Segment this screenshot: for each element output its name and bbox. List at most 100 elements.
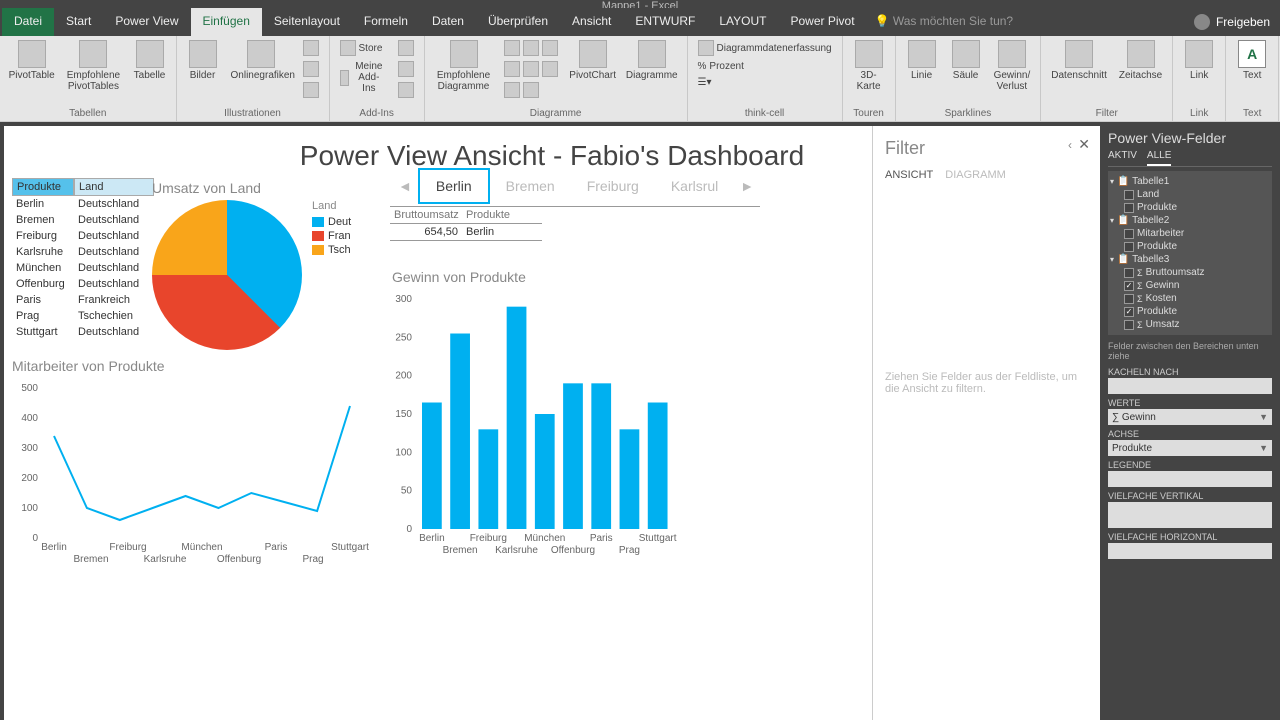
tree-field[interactable]: Σ Bruttoumsatz	[1110, 266, 1270, 279]
timeline-button[interactable]: Zeitachse	[1115, 38, 1166, 83]
checkbox-icon[interactable]	[1124, 294, 1134, 304]
tab-layout[interactable]: LAYOUT	[707, 8, 778, 36]
table-cell[interactable]: Deutschland	[74, 228, 154, 244]
pictures-button[interactable]: Bilder	[183, 38, 223, 83]
tree-field[interactable]: Produkte	[1110, 201, 1270, 214]
tile-tab[interactable]: Berlin	[418, 168, 490, 204]
tab-einfuegen[interactable]: Einfügen	[191, 8, 262, 36]
tree-field[interactable]: Produkte	[1110, 240, 1270, 253]
table-cell[interactable]: Paris	[12, 292, 74, 308]
table-cell[interactable]: Deutschland	[74, 324, 154, 340]
table-cell[interactable]: Deutschland	[74, 244, 154, 260]
hyperlink-button[interactable]: Link	[1179, 38, 1219, 83]
brutto-table[interactable]: Bruttoumsatz Produkte 654,50 Berlin	[390, 206, 760, 241]
table-button[interactable]: Tabelle	[130, 38, 170, 83]
table-cell[interactable]: Karlsruhe	[12, 244, 74, 260]
fields-tab-alle[interactable]: ALLE	[1147, 150, 1171, 166]
pivottable-button[interactable]: PivotTable	[6, 38, 57, 83]
power-view-canvas[interactable]: Power View Ansicht - Fabio's Dashboard P…	[4, 126, 1100, 720]
checkbox-icon[interactable]	[1124, 203, 1134, 213]
filter-prev-icon[interactable]: ‹	[1068, 138, 1072, 152]
tile-next-arrow[interactable]: ►	[734, 178, 760, 194]
table-cell[interactable]: Tschechien	[74, 308, 154, 324]
tree-field[interactable]: Σ Kosten	[1110, 292, 1270, 305]
zone-legende[interactable]	[1108, 471, 1272, 487]
table-cell[interactable]: Stuttgart	[12, 324, 74, 340]
tile-tab[interactable]: Karlsrul	[655, 170, 734, 202]
store-button[interactable]: Store	[336, 38, 390, 58]
tile-prev-arrow[interactable]: ◄	[392, 178, 418, 194]
screenshot-button[interactable]	[299, 80, 323, 100]
share-button[interactable]: Freigeben	[1216, 15, 1270, 29]
shapes-button[interactable]	[299, 38, 323, 58]
table-cell[interactable]: Frankreich	[74, 292, 154, 308]
table-cell[interactable]: Prag	[12, 308, 74, 324]
think-cell-capture-button[interactable]: Diagrammdatenerfassung	[694, 38, 836, 58]
tile-tab[interactable]: Freiburg	[571, 170, 655, 202]
pie-chart[interactable]	[152, 200, 302, 350]
table-cell[interactable]: Deutschland	[74, 212, 154, 228]
table-cell[interactable]: Deutschland	[74, 276, 154, 292]
table-cell[interactable]: Freiburg	[12, 228, 74, 244]
table-cell[interactable]: Deutschland	[74, 196, 154, 212]
slicer-button[interactable]: Datenschnitt	[1047, 38, 1111, 83]
tree-field[interactable]: Mitarbeiter	[1110, 227, 1270, 240]
tree-field[interactable]: Produkte	[1110, 305, 1270, 318]
3d-map-button[interactable]: 3D-Karte	[849, 38, 889, 94]
charts-gallery-2[interactable]	[500, 59, 562, 79]
bar-chart[interactable]: 050100150200250300BerlinBremenFreiburgKa…	[380, 289, 680, 579]
tab-start[interactable]: Start	[54, 8, 103, 36]
tab-daten[interactable]: Daten	[420, 8, 476, 36]
table-cell[interactable]: Deutschland	[74, 260, 154, 276]
checkbox-icon[interactable]	[1124, 268, 1134, 278]
visio-button[interactable]	[394, 80, 418, 100]
recommended-charts-button[interactable]: Empfohlene Diagramme	[431, 38, 496, 94]
tab-ueberpruefen[interactable]: Überprüfen	[476, 8, 560, 36]
charts-gallery-3[interactable]	[500, 80, 562, 100]
people-graph-button[interactable]	[394, 59, 418, 79]
checkbox-icon[interactable]	[1124, 307, 1134, 317]
filter-tab-ansicht[interactable]: ANSICHT	[885, 169, 933, 181]
online-pictures-button[interactable]: Onlinegrafiken	[227, 38, 295, 83]
tree-field[interactable]: Land	[1110, 188, 1270, 201]
think-cell-more-button[interactable]: ☰▾	[694, 75, 836, 90]
text-button[interactable]: AText	[1232, 38, 1272, 83]
table-cell[interactable]: Berlin	[12, 196, 74, 212]
line-chart[interactable]: 0100200300400500BerlinBremenFreiburgKarl…	[12, 378, 372, 588]
table-cell[interactable]: Bremen	[12, 212, 74, 228]
smartart-button[interactable]	[299, 59, 323, 79]
bing-maps-button[interactable]	[394, 38, 418, 58]
tab-formeln[interactable]: Formeln	[352, 8, 420, 36]
tab-entwurf[interactable]: ENTWURF	[623, 8, 707, 36]
zone-werte[interactable]: ∑ Gewinn▼	[1108, 409, 1272, 425]
my-addins-button[interactable]: Meine Add-Ins	[336, 59, 390, 96]
fields-tab-aktiv[interactable]: AKTIV	[1108, 150, 1137, 166]
checkbox-icon[interactable]	[1124, 190, 1134, 200]
charts-gallery-1[interactable]	[500, 38, 562, 58]
tab-file[interactable]: Datei	[2, 8, 54, 36]
sparkline-line-button[interactable]: Linie	[902, 38, 942, 83]
sparkline-column-button[interactable]: Säule	[946, 38, 986, 83]
zone-vh[interactable]	[1108, 543, 1272, 559]
tile-tab[interactable]: Bremen	[490, 170, 571, 202]
avatar[interactable]	[1194, 14, 1210, 30]
tree-field[interactable]: Σ Umsatz	[1110, 318, 1270, 331]
checkbox-icon[interactable]	[1124, 320, 1134, 330]
chevron-down-icon[interactable]: ▼	[1259, 443, 1268, 453]
checkbox-icon[interactable]	[1124, 229, 1134, 239]
recommended-pivottables-button[interactable]: Empfohlene PivotTables	[61, 38, 125, 94]
fields-tree[interactable]: ▾📋 Tabelle1LandProdukte▾📋 Tabelle2Mitarb…	[1108, 171, 1272, 335]
tab-seitenlayout[interactable]: Seitenlayout	[262, 8, 352, 36]
tree-table[interactable]: ▾📋 Tabelle1	[1110, 175, 1270, 188]
zone-vv[interactable]	[1108, 502, 1272, 528]
zone-achse[interactable]: Produkte▼	[1108, 440, 1272, 456]
checkbox-icon[interactable]	[1124, 281, 1134, 291]
tell-me-search[interactable]: 💡 Was möchten Sie tun?	[867, 8, 1022, 36]
chevron-down-icon[interactable]: ▼	[1259, 412, 1268, 422]
tab-power-view[interactable]: Power View	[103, 8, 190, 36]
filter-tab-diagramm[interactable]: DIAGRAMM	[945, 169, 1006, 181]
diagramme-button[interactable]: Diagramme	[623, 38, 681, 83]
tab-power-pivot[interactable]: Power Pivot	[779, 8, 867, 36]
tab-ansicht[interactable]: Ansicht	[560, 8, 623, 36]
table-header[interactable]: Land	[74, 178, 154, 196]
